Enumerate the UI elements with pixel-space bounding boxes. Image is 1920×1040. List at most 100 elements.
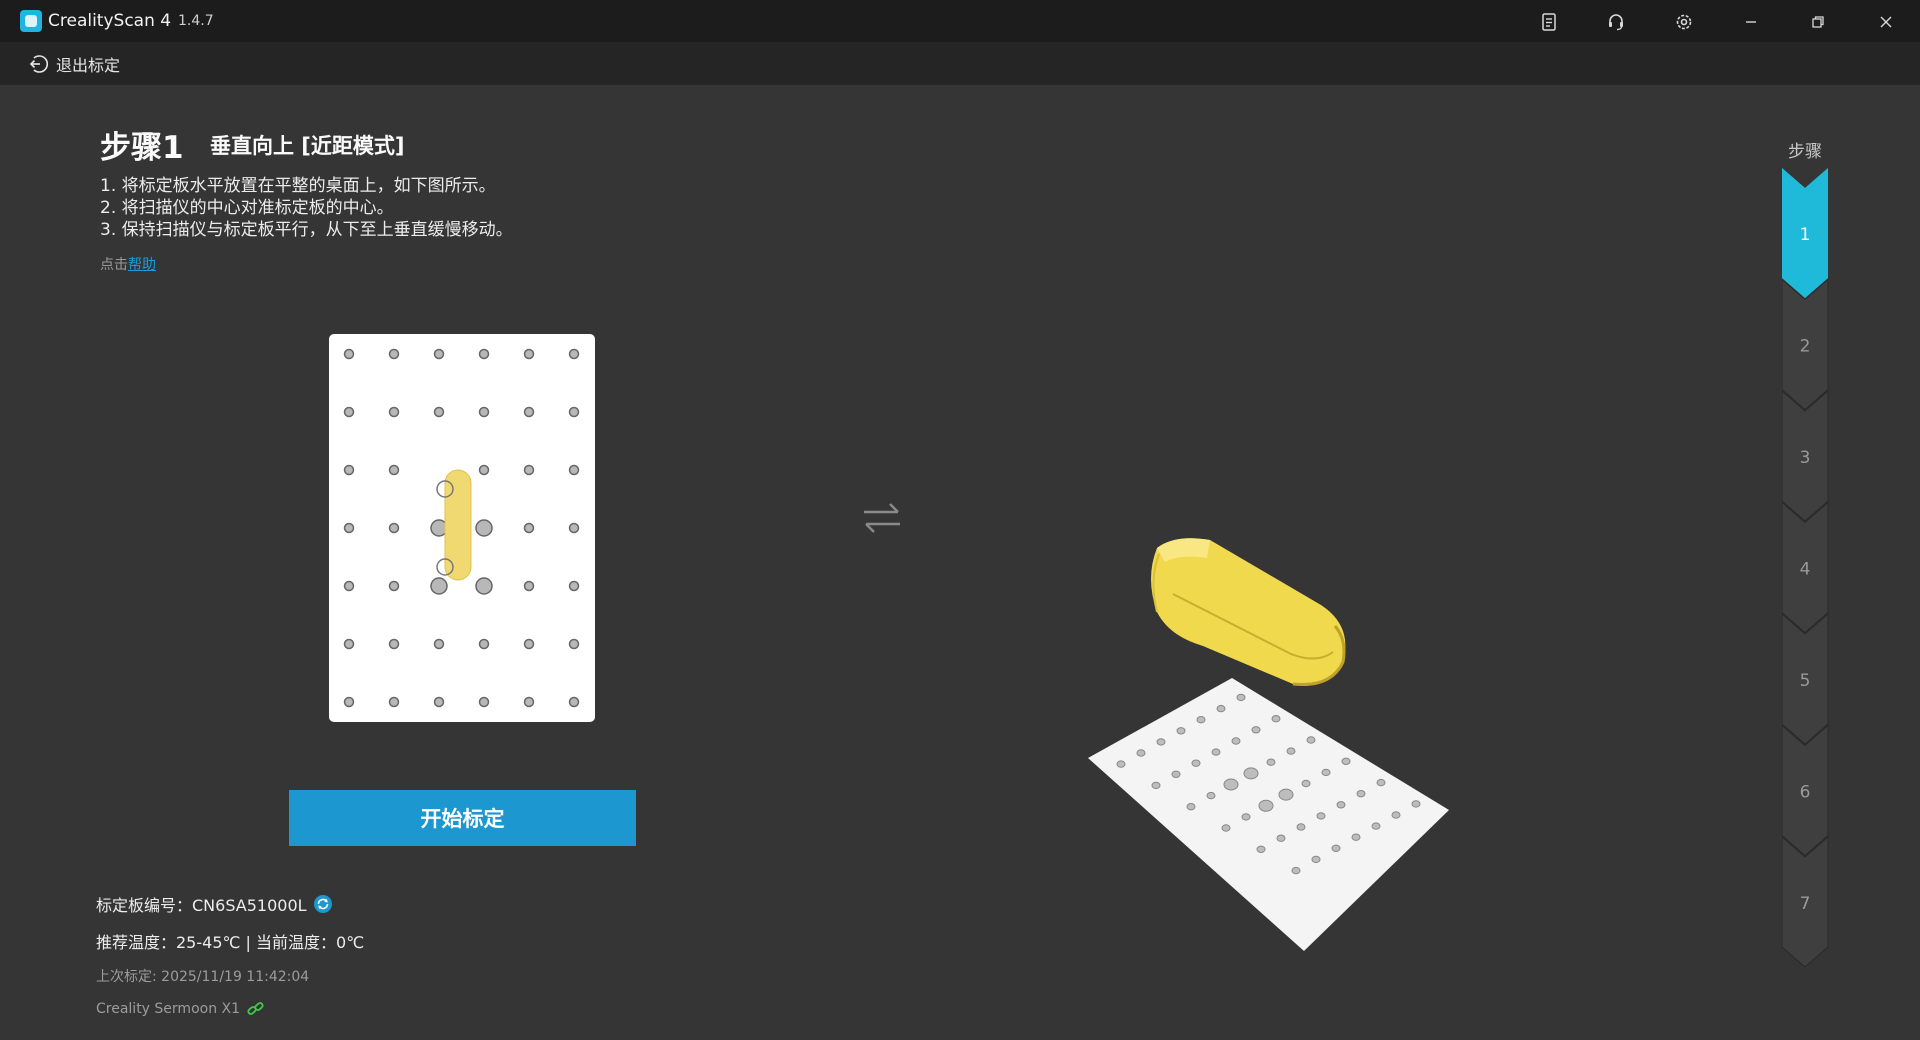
scanner-3d bbox=[1151, 538, 1346, 687]
board-dot-3d bbox=[1241, 813, 1251, 821]
board-dot-3d bbox=[1311, 855, 1321, 864]
refresh-icon[interactable] bbox=[313, 894, 333, 914]
notes-icon[interactable] bbox=[1535, 8, 1563, 36]
close-icon[interactable] bbox=[1872, 8, 1900, 36]
board-dot bbox=[433, 638, 445, 650]
board-dot-3d bbox=[1266, 758, 1276, 766]
board-dot-3d bbox=[1276, 834, 1286, 842]
board-dot-3d bbox=[1156, 738, 1166, 746]
board-dot bbox=[523, 696, 535, 708]
board-dot-3d bbox=[1356, 790, 1366, 798]
board-dot bbox=[343, 522, 355, 534]
board-dot bbox=[478, 348, 490, 360]
step-title: 步骤1 bbox=[100, 130, 184, 166]
temperature-text: 推荐温度：25-45℃ | 当前温度：0℃ bbox=[96, 933, 365, 952]
board-dot-3d bbox=[1151, 781, 1161, 790]
board-dot-3d bbox=[1341, 757, 1351, 766]
board-dot-3d bbox=[1216, 704, 1226, 713]
sub-header: 退出标定 bbox=[0, 42, 1920, 85]
link-icon bbox=[247, 1002, 264, 1015]
exit-arrow-icon bbox=[29, 55, 48, 73]
instruction-list: 1. 将标定板水平放置在平整的桌面上，如下图所示。 2. 将扫描仪的中心对准标定… bbox=[100, 175, 513, 241]
board-dot-3d bbox=[1316, 812, 1326, 820]
scanner-top-view bbox=[444, 469, 472, 581]
board-dot bbox=[523, 580, 535, 592]
board-dot-3d bbox=[1236, 693, 1246, 702]
board-dot-3d bbox=[1251, 726, 1261, 734]
board-dot-3d bbox=[1136, 749, 1146, 757]
board-dot bbox=[523, 638, 535, 650]
instruction-item: 2. 将扫描仪的中心对准标定板的中心。 bbox=[100, 198, 394, 218]
board-dot bbox=[475, 519, 493, 537]
step-number: 3 bbox=[1800, 448, 1811, 468]
board-dot bbox=[568, 464, 580, 476]
calibration-board-top-view bbox=[329, 334, 595, 722]
board-dot bbox=[388, 406, 400, 418]
board-dot bbox=[478, 696, 490, 708]
board-dot bbox=[343, 348, 355, 360]
board-dot bbox=[433, 406, 445, 418]
restore-icon[interactable] bbox=[1804, 8, 1832, 36]
board-dot bbox=[523, 348, 535, 360]
board-dot-3d bbox=[1186, 803, 1196, 811]
step-number: 5 bbox=[1800, 671, 1811, 691]
board-dot-3d bbox=[1271, 715, 1281, 723]
board-dot-3d bbox=[1231, 737, 1241, 745]
board-id-text: 标定板编号：CN6SA51000L bbox=[96, 896, 307, 915]
step-number: 2 bbox=[1800, 337, 1811, 357]
minimize-icon[interactable] bbox=[1737, 8, 1765, 36]
step-number: 7 bbox=[1800, 894, 1811, 914]
app-name: CrealityScan 4 bbox=[48, 11, 172, 31]
step-subtitle: 垂直向上 [近距模式] bbox=[210, 134, 405, 158]
start-calibration-button[interactable]: 开始标定 bbox=[289, 790, 636, 846]
steps-label: 步骤 bbox=[1788, 142, 1822, 162]
board-id-row: 标定板编号：CN6SA51000L bbox=[96, 892, 333, 916]
help-line: 点击帮助 bbox=[100, 254, 156, 274]
board-dot bbox=[343, 406, 355, 418]
step-number: 1 bbox=[1800, 225, 1811, 245]
device-name: Creality Sermoon X1 bbox=[96, 1001, 241, 1017]
board-dot bbox=[568, 522, 580, 534]
board-dot-3d bbox=[1411, 800, 1421, 808]
board-dot-3d bbox=[1221, 824, 1231, 832]
board-dot bbox=[388, 348, 400, 360]
instruction-item: 1. 将标定板水平放置在平整的桌面上，如下图所示。 bbox=[100, 176, 496, 196]
board-dot-3d bbox=[1296, 823, 1306, 831]
exit-calibration-button[interactable]: 退出标定 bbox=[28, 50, 120, 78]
help-link[interactable]: 帮助 bbox=[128, 257, 156, 273]
settings-icon[interactable] bbox=[1670, 8, 1698, 36]
board-dot-3d bbox=[1376, 778, 1386, 787]
step-number: 6 bbox=[1800, 783, 1811, 803]
board-dot-3d bbox=[1243, 767, 1259, 780]
board-dot-3d bbox=[1336, 801, 1346, 809]
board-dot bbox=[523, 522, 535, 534]
board-dot-3d bbox=[1223, 778, 1239, 791]
board-dot-3d bbox=[1301, 779, 1311, 788]
board-dot-3d bbox=[1206, 791, 1216, 800]
board-dot bbox=[433, 348, 445, 360]
board-dot-3d bbox=[1258, 799, 1274, 812]
device-row: Creality Sermoon X1 bbox=[96, 1001, 266, 1017]
board-dot bbox=[388, 638, 400, 650]
app-logo-icon bbox=[20, 10, 42, 32]
scanner-3d-scene bbox=[1088, 538, 1449, 951]
board-dot bbox=[388, 464, 400, 476]
board-dot bbox=[343, 638, 355, 650]
board-dot-3d bbox=[1256, 845, 1266, 853]
board-dot bbox=[568, 580, 580, 592]
step-number: 4 bbox=[1800, 560, 1811, 580]
board-dot bbox=[523, 464, 535, 476]
board-dot bbox=[523, 406, 535, 418]
board-dot bbox=[388, 580, 400, 592]
headset-icon[interactable] bbox=[1602, 8, 1630, 36]
board-dot bbox=[475, 577, 493, 595]
board-dot bbox=[478, 406, 490, 418]
board-dot bbox=[478, 638, 490, 650]
board-dot-3d bbox=[1286, 747, 1296, 755]
board-dot-3d bbox=[1321, 768, 1331, 777]
board-dot-3d bbox=[1331, 844, 1341, 852]
swap-view-icon[interactable] bbox=[860, 500, 904, 536]
board-dot-3d bbox=[1391, 811, 1401, 819]
board-dot-3d bbox=[1171, 770, 1181, 779]
steps-progress: 1 2 3 4 5 6 7 bbox=[1782, 168, 1829, 968]
